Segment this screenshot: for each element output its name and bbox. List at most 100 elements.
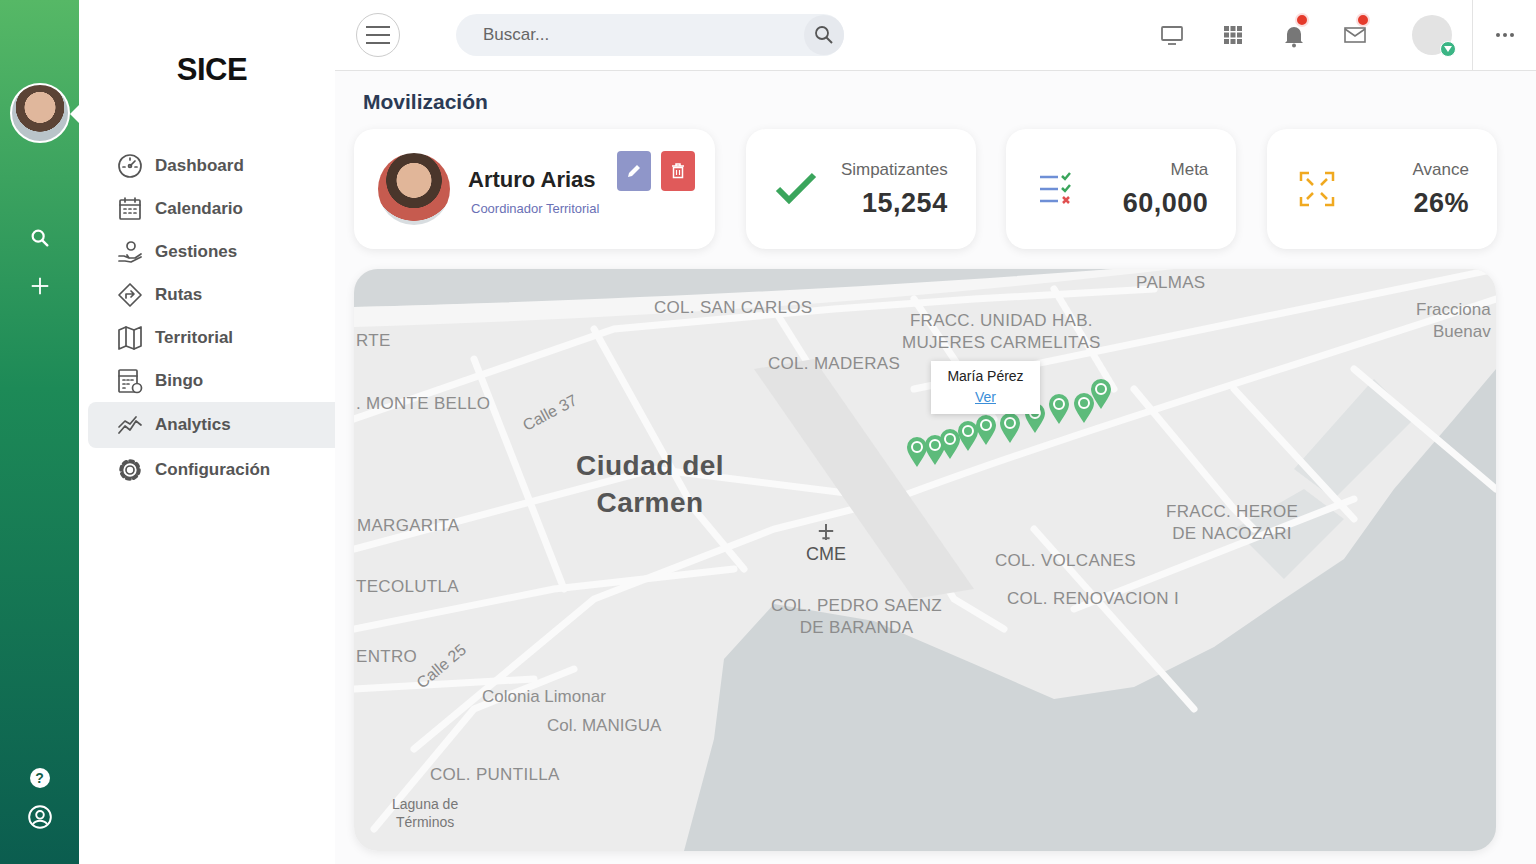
plus-icon[interactable]	[29, 275, 51, 297]
cards: Arturo Arias Coordinador Territorial Simpa…	[354, 129, 1497, 249]
map-label: Ciudad del Carmen	[576, 447, 724, 521]
map-label: MARGARITA	[357, 515, 460, 537]
map-pin-icon[interactable]	[1048, 394, 1070, 424]
sidebar-item[interactable]: Gestiones	[88, 230, 335, 273]
page-title: Movilización	[363, 89, 1497, 115]
map-label: TECOLUTLA	[356, 576, 459, 598]
map-label-text: . MONTE BELLO	[356, 394, 490, 413]
map-label-text: Laguna de Términos	[392, 796, 458, 830]
apps-icon	[1220, 22, 1246, 48]
map-label: COL. PUNTILLA	[430, 764, 560, 786]
sidebar-item-label: Configuración	[155, 460, 270, 480]
map-label-text: COL. SAN CARLOS	[654, 298, 813, 317]
sidebar-item-label: Bingo	[155, 371, 203, 391]
edit-button[interactable]	[617, 151, 651, 191]
search-input[interactable]	[481, 24, 804, 46]
sidebar-item[interactable]: Rutas	[88, 273, 335, 316]
map-label: Colonia Limonar	[482, 686, 606, 708]
stat-text: Meta60,000	[1123, 160, 1209, 219]
stat-label: Simpatizantes	[841, 160, 948, 180]
map-label-text: COL. PUNTILLA	[430, 765, 560, 784]
map-label: COL. SAN CARLOS	[654, 297, 813, 319]
pencil-icon	[626, 163, 642, 179]
map-label-text: COL. VOLCANES	[995, 551, 1136, 570]
user-icon[interactable]	[27, 804, 53, 830]
user-avatar[interactable]	[1412, 15, 1452, 55]
topbar-button[interactable]	[1141, 22, 1202, 48]
menu-button[interactable]	[356, 13, 400, 57]
stat-text: Simpatizantes15,254	[841, 160, 948, 219]
map-label: CME	[806, 523, 846, 565]
map-label: COL. RENOVACION I	[1007, 588, 1179, 610]
hand-icon	[117, 239, 143, 265]
sidebar-item-label: Gestiones	[155, 242, 237, 262]
logo[interactable]: SICE	[79, 52, 335, 88]
map-label: . MONTE BELLO	[356, 393, 490, 415]
map-label-text: Col. MANIGUA	[547, 716, 661, 735]
sidebar-item[interactable]: Analytics	[88, 402, 335, 448]
delete-button[interactable]	[661, 151, 695, 191]
search-field[interactable]	[456, 14, 844, 56]
caret-icon	[1444, 46, 1452, 52]
map-label: FRACC. UNIDAD HAB. MUJERES CARMELITAS	[902, 310, 1101, 354]
map-label-text: FRACC. HEROE DE NACOZARI	[1166, 502, 1298, 543]
map-pin-icon[interactable]	[1090, 379, 1112, 409]
search-button[interactable]	[804, 15, 844, 55]
notification-badge	[1356, 13, 1370, 27]
sidebar-item[interactable]: Configuración	[88, 448, 335, 491]
search-icon[interactable]	[29, 227, 51, 249]
stat-text: Avance26%	[1413, 160, 1469, 219]
content: Movilización Arturo Arias Coordinador Terr…	[335, 0, 1536, 864]
map-label-text: COL. MADERAS	[768, 354, 900, 373]
profile-role: Coordinador Territorial	[468, 201, 599, 216]
map-label-text: MARGARITA	[357, 516, 460, 535]
map-label: COL. PEDRO SAENZ DE BARANDA	[771, 595, 942, 639]
map-label-text: PALMAS	[1136, 273, 1206, 292]
map-pin-icon[interactable]	[1073, 393, 1095, 423]
profile-name: Arturo Arias	[468, 167, 599, 193]
more-button[interactable]	[1473, 32, 1536, 38]
map-label-text: ENTRO	[356, 647, 417, 666]
airport-icon	[817, 523, 835, 541]
topbar-button[interactable]	[1202, 22, 1263, 48]
progress-icon	[1295, 167, 1339, 211]
main: Movilización Arturo Arias Coordinador Terr…	[335, 71, 1536, 864]
map-label-text: Colonia Limonar	[482, 687, 606, 706]
map-label-text: FRACC. UNIDAD HAB. MUJERES CARMELITAS	[902, 311, 1101, 352]
map-pin-icon[interactable]	[999, 413, 1021, 443]
map-label-text: CME	[806, 543, 846, 565]
sidebar-item[interactable]: Bingo	[88, 359, 335, 402]
map-label: RTE	[356, 330, 391, 352]
map[interactable]: PALMAS COL. SAN CARLOS FRACC. UNIDAD HAB. …	[354, 269, 1496, 851]
map-pin-icon[interactable]	[957, 421, 979, 451]
sidebar-item-label: Territorial	[155, 328, 233, 348]
sidebar-item[interactable]: Territorial	[88, 316, 335, 359]
map-label: FRACC. HEROE DE NACOZARI	[1166, 501, 1298, 545]
help-button[interactable]: ?	[30, 768, 50, 788]
sidebar-item[interactable]: Dashboard	[88, 144, 335, 187]
topbar-button[interactable]	[1324, 22, 1385, 48]
map-pin-icon[interactable]	[906, 437, 928, 467]
map-label-text: Fracciona Buenav	[1416, 300, 1491, 341]
map-label-text: COL. PEDRO SAENZ DE BARANDA	[771, 596, 942, 637]
more-icon	[1495, 32, 1515, 38]
profile-actions	[617, 151, 695, 191]
nav-list: Dashboard Calendario Gestiones Rutas Territo…	[79, 144, 335, 491]
profile-photo	[378, 153, 450, 225]
sidebar-item-label: Dashboard	[155, 156, 244, 176]
stat-value: 60,000	[1123, 188, 1209, 219]
rail-avatar[interactable]	[10, 83, 70, 143]
map-pin-icon[interactable]	[939, 429, 961, 459]
popup-link[interactable]: Ver	[975, 389, 996, 405]
map-label: COL. MADERAS	[768, 353, 900, 375]
map-label: COL. VOLCANES	[995, 550, 1136, 572]
map-popup: María PérezVer	[931, 361, 1040, 414]
check-icon	[774, 167, 818, 211]
topbar	[335, 0, 1536, 71]
stat-card: Meta60,000	[1006, 129, 1236, 249]
sidebar-item[interactable]: Calendario	[88, 187, 335, 230]
topbar-button[interactable]	[1263, 22, 1324, 48]
map-pin-icon[interactable]	[975, 415, 997, 445]
notification-badge	[1295, 13, 1309, 27]
map-label-text: COL. RENOVACION I	[1007, 589, 1179, 608]
